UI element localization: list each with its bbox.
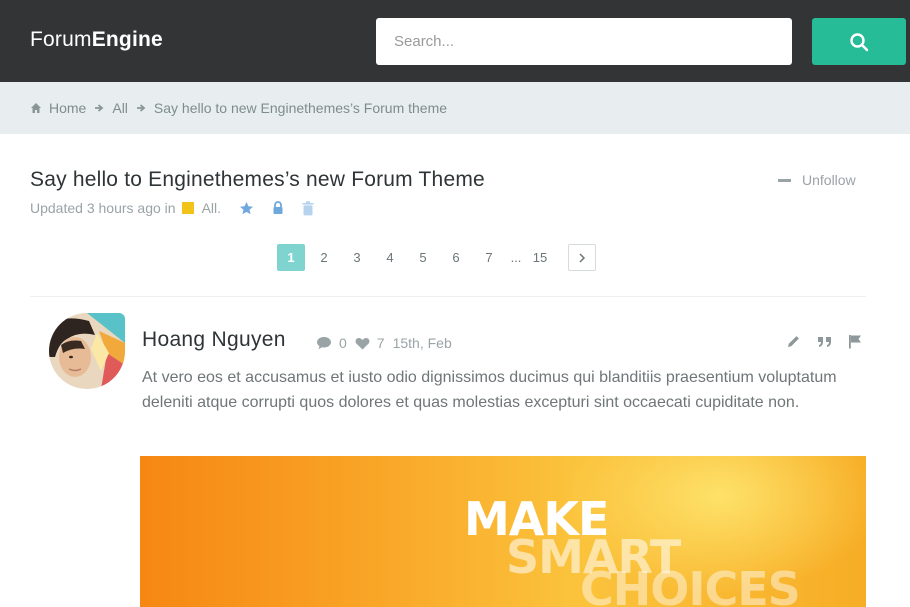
edit-icon[interactable] bbox=[786, 334, 801, 349]
post-image: MAKE SMART CHOICES bbox=[140, 456, 866, 607]
post-author[interactable]: Hoang Nguyen bbox=[142, 328, 286, 352]
unfollow-label: Unfollow bbox=[802, 172, 856, 188]
divider bbox=[30, 296, 866, 297]
quote-icon[interactable] bbox=[817, 335, 832, 348]
chevron-right-icon bbox=[578, 252, 586, 263]
star-icon[interactable] bbox=[239, 201, 254, 216]
next-page-button[interactable] bbox=[568, 244, 596, 271]
flag-icon[interactable] bbox=[848, 334, 862, 349]
page-4[interactable]: 4 bbox=[376, 244, 404, 271]
comment-count: 0 bbox=[339, 335, 347, 351]
page-5[interactable]: 5 bbox=[409, 244, 437, 271]
post-date: 15th, Feb bbox=[392, 335, 452, 351]
home-icon[interactable] bbox=[30, 102, 42, 114]
category-color-square bbox=[181, 202, 194, 214]
unfollow-button[interactable]: Unfollow bbox=[778, 172, 856, 188]
topic-meta: Updated 3 hours ago in All. bbox=[30, 200, 314, 216]
pagination: 1 2 3 4 5 6 7 ... 15 bbox=[277, 244, 596, 271]
lock-icon[interactable] bbox=[272, 201, 284, 215]
category-link[interactable]: All. bbox=[202, 200, 221, 216]
site-logo[interactable]: ForumEngine bbox=[30, 28, 163, 52]
search-icon bbox=[849, 32, 869, 52]
like-count: 7 bbox=[376, 335, 385, 351]
breadcrumb-home[interactable]: Home bbox=[49, 100, 86, 116]
page-6[interactable]: 6 bbox=[442, 244, 470, 271]
arrow-right-icon bbox=[136, 103, 146, 113]
page-last[interactable]: 15 bbox=[526, 244, 554, 271]
post-stats: 0 7 15th, Feb bbox=[316, 335, 452, 351]
minus-icon bbox=[778, 178, 791, 182]
topic-title: Say hello to Enginethemes’s new Forum Th… bbox=[30, 168, 485, 191]
arrow-right-icon bbox=[94, 103, 104, 113]
updated-text: Updated 3 hours ago in bbox=[30, 200, 176, 216]
post-body: At vero eos et accusamus et iusto odio d… bbox=[142, 369, 837, 411]
search-button[interactable] bbox=[812, 18, 906, 65]
search-box bbox=[376, 18, 792, 65]
trash-icon[interactable] bbox=[302, 200, 314, 216]
page-1[interactable]: 1 bbox=[277, 244, 305, 271]
page-7[interactable]: 7 bbox=[475, 244, 503, 271]
logo-text-light: Forum bbox=[30, 28, 92, 51]
post-actions bbox=[786, 334, 862, 349]
pagination-ellipsis: ... bbox=[510, 250, 522, 265]
image-text-line-3: CHOICES bbox=[580, 562, 801, 607]
breadcrumb-all[interactable]: All bbox=[112, 100, 128, 116]
logo-text-bold: Engine bbox=[91, 28, 163, 51]
avatar[interactable] bbox=[49, 313, 125, 389]
page-3[interactable]: 3 bbox=[343, 244, 371, 271]
heart-icon[interactable] bbox=[355, 337, 370, 350]
breadcrumb-current: Say hello to new Enginethemes’s Forum th… bbox=[153, 100, 448, 116]
breadcrumb: Home All Say hello to new Enginethemes’s… bbox=[0, 82, 910, 134]
comment-icon[interactable] bbox=[316, 336, 332, 350]
search-input[interactable] bbox=[376, 18, 792, 65]
page-2[interactable]: 2 bbox=[310, 244, 338, 271]
